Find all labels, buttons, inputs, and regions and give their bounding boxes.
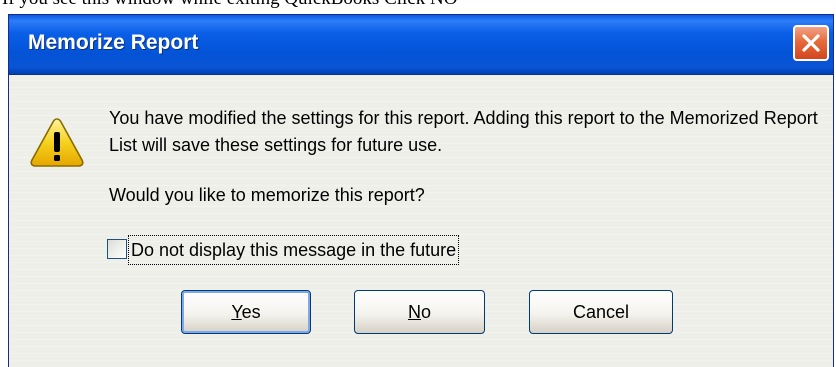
memorize-report-dialog: Memorize Report You have modified the se…	[8, 14, 834, 367]
close-icon	[802, 34, 820, 52]
yes-button[interactable]: Yes	[181, 290, 311, 334]
cancel-label: Cancel	[572, 302, 630, 322]
warning-icon	[30, 118, 84, 167]
message-text: You have modified the settings for this …	[109, 108, 818, 155]
cancel-button[interactable]: Cancel	[529, 290, 673, 334]
page: If you see this window while exiting Qui…	[0, 0, 836, 367]
question-text: Would you like to memorize this report?	[109, 185, 425, 205]
do-not-display-checkbox[interactable]	[107, 239, 127, 259]
no-button[interactable]: No	[354, 290, 485, 334]
yes-label-rest: es	[241, 302, 261, 322]
close-button[interactable]	[793, 25, 829, 61]
dialog-title: Memorize Report	[28, 31, 199, 54]
caption-text: If you see this window while exiting Qui…	[2, 0, 457, 10]
do-not-display-label[interactable]: Do not display this message in the futur…	[128, 235, 460, 265]
no-label-rest: o	[420, 302, 431, 322]
no-mnemonic: N	[407, 302, 421, 322]
dialog-body: You have modified the settings for this …	[9, 75, 833, 367]
title-bar[interactable]: Memorize Report	[9, 15, 833, 75]
yes-mnemonic: Y	[231, 302, 242, 322]
